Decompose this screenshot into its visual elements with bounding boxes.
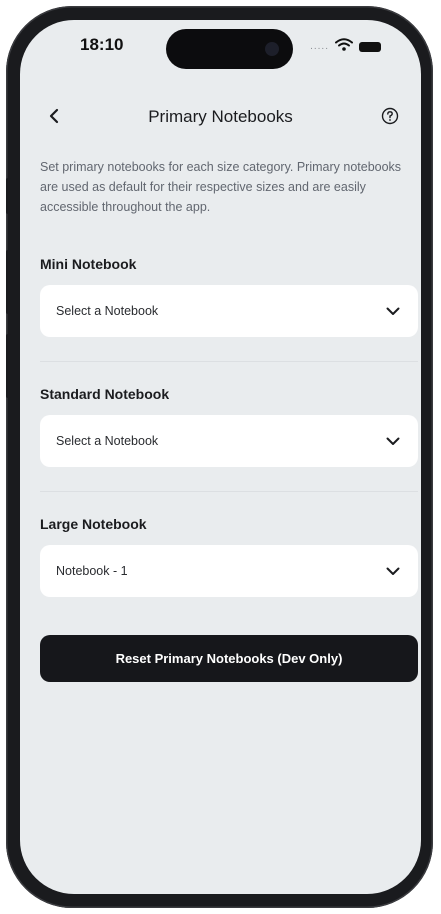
section-divider <box>40 491 418 492</box>
question-circle-icon <box>381 107 399 125</box>
nav-header: Primary Notebooks <box>20 100 421 134</box>
large-notebook-value: Notebook - 1 <box>56 564 128 578</box>
battery-icon <box>359 42 381 52</box>
chevron-down-icon <box>384 302 402 320</box>
large-notebook-select[interactable]: Notebook - 1 <box>40 545 418 597</box>
status-time: 18:10 <box>80 35 124 54</box>
wifi-icon <box>335 38 353 56</box>
help-button[interactable] <box>377 103 403 129</box>
screen: 18:10 ..... Primary Notebooks Set primar… <box>20 20 421 894</box>
page-title: Primary Notebooks <box>148 107 293 126</box>
dynamic-island <box>166 29 293 69</box>
volume-down-button <box>6 334 11 398</box>
mini-notebook-value: Select a Notebook <box>56 304 159 318</box>
reset-primary-notebooks-button[interactable]: Reset Primary Notebooks (Dev Only) <box>40 635 418 682</box>
large-notebook-label: Large Notebook <box>40 516 147 532</box>
section-divider <box>40 361 418 362</box>
standard-notebook-label: Standard Notebook <box>40 386 170 402</box>
mute-switch <box>6 178 11 214</box>
volume-up-button <box>6 250 11 314</box>
status-icons: ..... <box>310 38 381 56</box>
page-description: Set primary notebooks for each size cate… <box>40 160 402 214</box>
standard-notebook-select[interactable]: Select a Notebook <box>40 415 418 467</box>
signal-dots: ..... <box>310 41 329 52</box>
chevron-down-icon <box>384 562 402 580</box>
camera-icon <box>265 42 279 56</box>
standard-notebook-value: Select a Notebook <box>56 434 159 448</box>
mini-notebook-label: Mini Notebook <box>40 256 137 272</box>
mini-notebook-select[interactable]: Select a Notebook <box>40 285 418 337</box>
chevron-down-icon <box>384 432 402 450</box>
